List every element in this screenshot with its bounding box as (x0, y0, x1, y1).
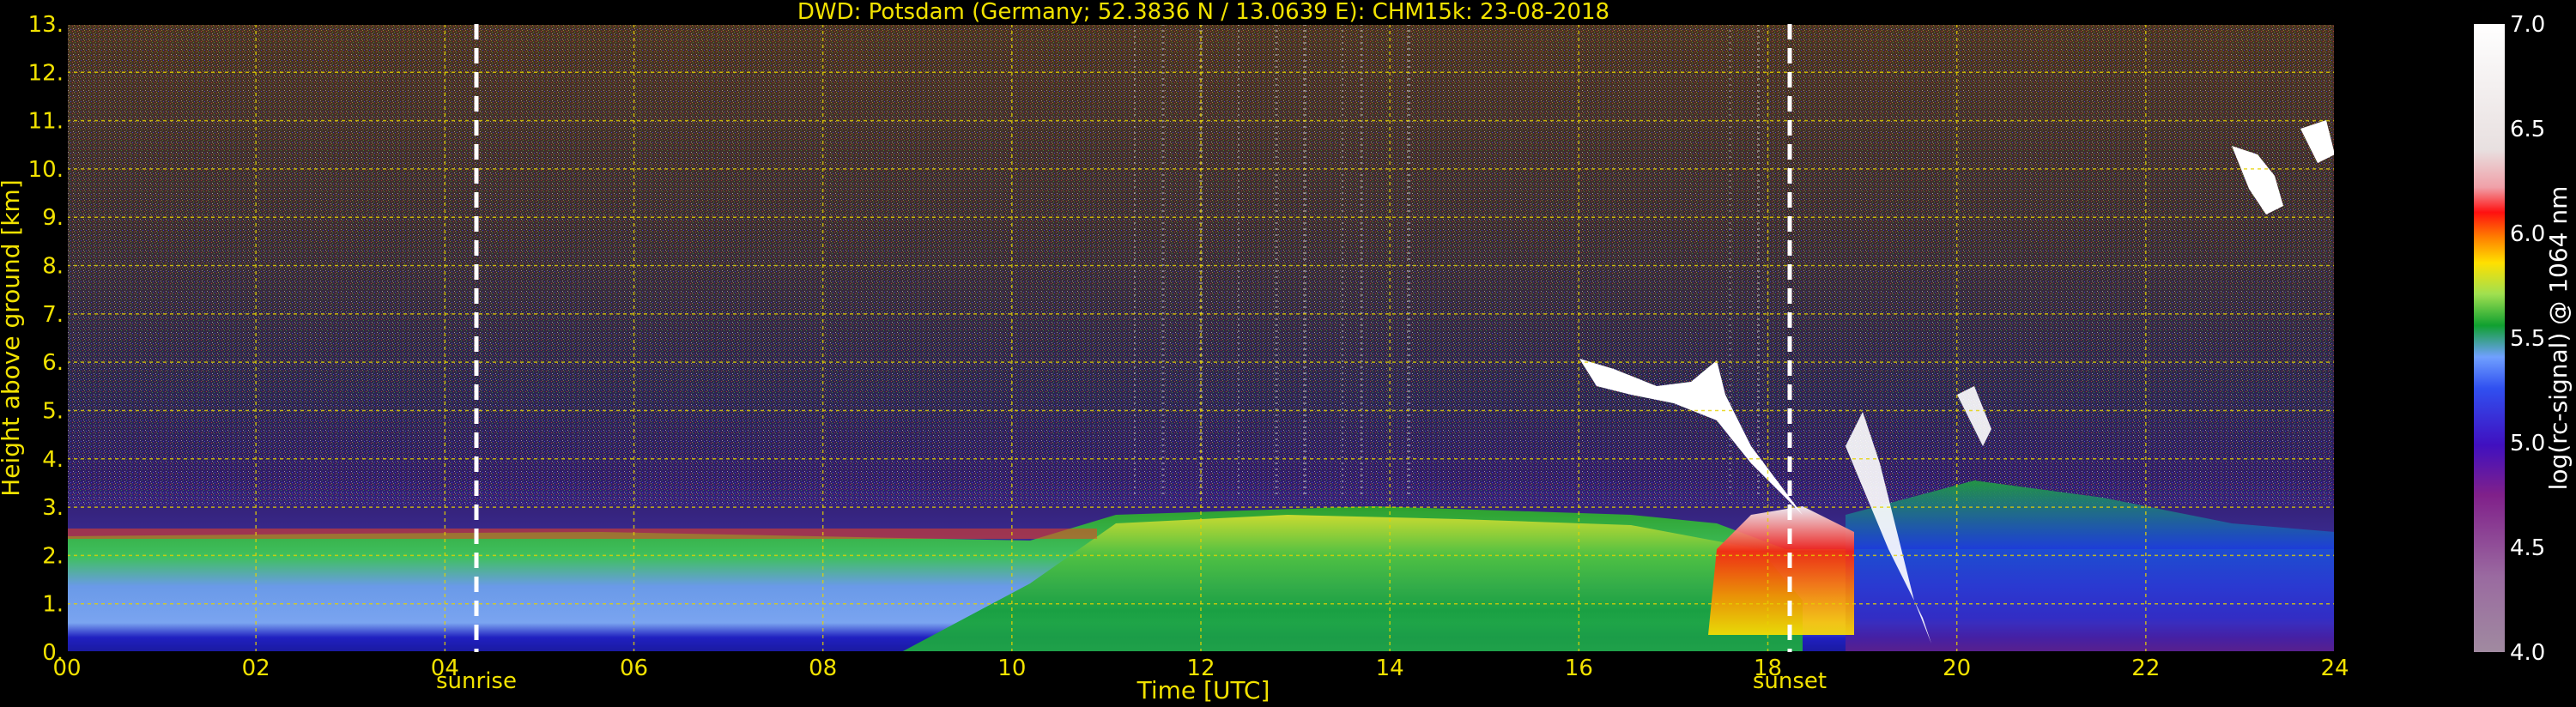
colorbar-tick-labels: 4.0 4.5 5.0 5.5 6.0 6.5 7.0 (2510, 12, 2545, 666)
colorbar (2474, 24, 2505, 652)
y-tick-label: 1. (42, 592, 64, 618)
x-tick-label: 08 (809, 656, 837, 681)
y-tick-label: 2. (42, 543, 64, 569)
y-tick-label: 10. (28, 157, 64, 183)
y-tick-label: 5. (42, 398, 64, 424)
y-tick-label: 4. (42, 447, 64, 473)
sunset-label: sunset (1753, 668, 1827, 694)
x-tick-label: 20 (1943, 656, 1971, 681)
y-axis-label: Height above ground [km] (0, 179, 25, 497)
colorbar-tick-label: 7.0 (2510, 12, 2545, 38)
colorbar-tick-label: 5.5 (2510, 326, 2545, 352)
colorbar-tick-label: 6.5 (2510, 117, 2545, 142)
x-tick-label: 16 (1565, 656, 1593, 681)
x-tick-label: 06 (620, 656, 648, 681)
y-tick-label: 7. (42, 302, 64, 328)
y-tick-label: 12. (28, 60, 64, 86)
y-tick-label: 11. (28, 109, 64, 135)
chart-title: DWD: Potsdam (Germany; 52.3836 N / 13.06… (797, 0, 1609, 25)
colorbar-tick-label: 4.5 (2510, 535, 2545, 561)
x-axis-label: Time [UTC] (1136, 676, 1270, 704)
x-tick-label: 02 (242, 656, 270, 681)
colorbar-label: log(rc-signal) @ 1064 nm (2544, 186, 2573, 491)
sunrise-label: sunrise (436, 668, 517, 694)
x-tick-label: 10 (997, 656, 1026, 681)
x-tick-label: 14 (1376, 656, 1404, 681)
colorbar-tick-label: 4.0 (2510, 640, 2545, 666)
y-tick-label: 13. (28, 12, 64, 38)
lidar-chart: DWD: Potsdam (Germany; 52.3836 N / 13.06… (0, 0, 2573, 704)
x-tick-label: 24 (2320, 656, 2349, 681)
y-tick-label: 6. (42, 350, 64, 376)
y-tick-label: 3. (42, 495, 64, 521)
y-tick-labels: 0.1.2.3.4.5.6.7.8.9.10.11.12.13. (28, 12, 64, 666)
y-tick-label: 9. (42, 205, 64, 231)
colorbar-tick-label: 5.0 (2510, 431, 2545, 456)
bl-top-band (67, 529, 1097, 539)
x-tick-label: 00 (52, 656, 81, 681)
colorbar-tick-label: 6.0 (2510, 221, 2545, 247)
x-tick-label: 22 (2131, 656, 2160, 681)
y-tick-label: 8. (42, 254, 64, 280)
